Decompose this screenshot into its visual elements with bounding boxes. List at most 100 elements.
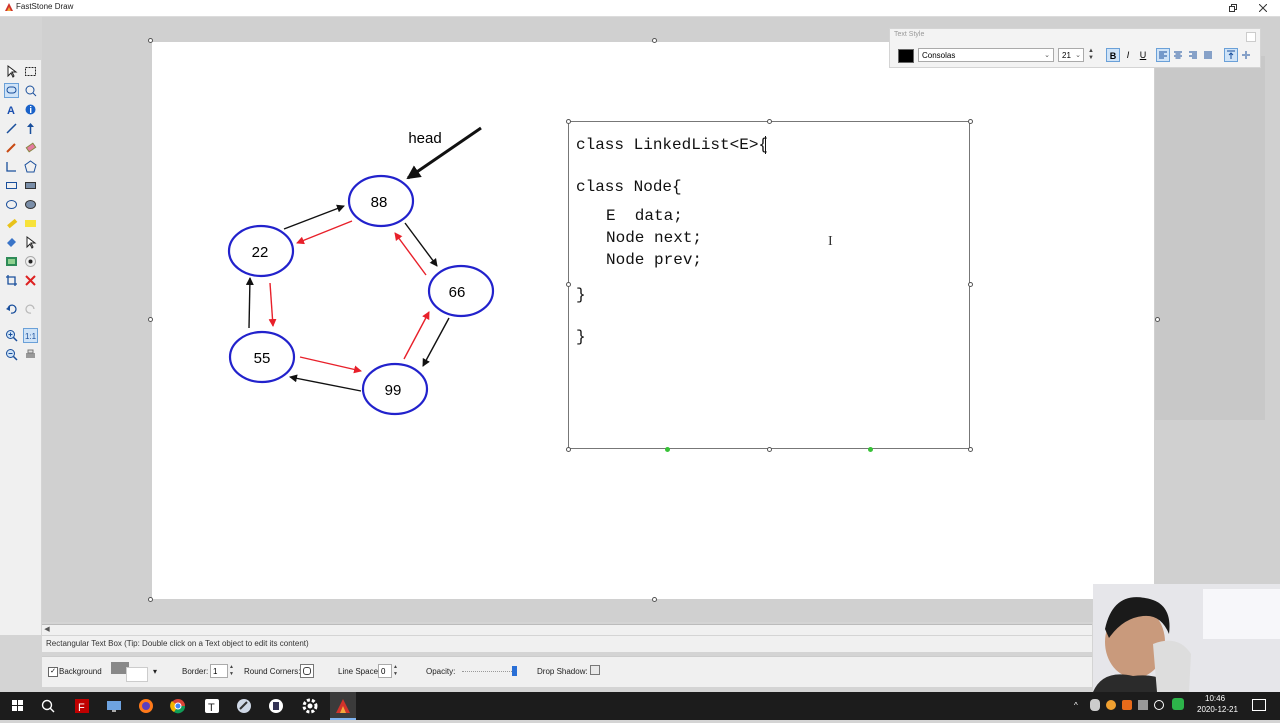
textbox-handle-bottom[interactable] <box>767 447 772 452</box>
background-label: Background <box>59 667 102 676</box>
code-line[interactable]: class Node{ <box>576 178 682 196</box>
head-label[interactable]: head <box>408 130 441 147</box>
opacity-slider-thumb[interactable] <box>512 666 517 676</box>
align-right-icon[interactable] <box>1186 48 1200 62</box>
justify-icon[interactable] <box>1201 48 1215 62</box>
textbox-handle-bottom-left[interactable] <box>566 447 571 452</box>
align-left-icon[interactable] <box>1156 48 1170 62</box>
node-value: 66 <box>449 284 466 301</box>
opacity-slider-track[interactable] <box>462 671 516 673</box>
node-55[interactable]: 55 <box>228 330 296 384</box>
horizontal-scrollbar[interactable]: ◀ <box>42 624 1092 635</box>
code-text-box[interactable]: class LinkedList<E>{ class Node{ E data;… <box>568 121 970 449</box>
more-arrow-icon[interactable]: ▾ <box>153 667 157 676</box>
arrow-99-to-66[interactable] <box>403 311 430 360</box>
arrow-22-to-55[interactable] <box>268 282 277 327</box>
tray-app-icon[interactable] <box>1106 700 1116 710</box>
valign-top-icon[interactable] <box>1224 48 1238 62</box>
arrow-99-to-55[interactable] <box>289 374 362 392</box>
font-color-swatch[interactable] <box>898 49 914 63</box>
arrow-88-to-66[interactable] <box>404 222 438 267</box>
chevron-down-icon: ⌄ <box>1075 52 1081 59</box>
tray-s-icon[interactable] <box>1172 698 1184 710</box>
arrow-66-to-99[interactable] <box>422 317 450 367</box>
toolbar-close-icon[interactable] <box>1246 32 1256 42</box>
font-size-select[interactable]: 21 ⌄ <box>1058 48 1084 62</box>
drop-shadow-button[interactable] <box>590 665 600 675</box>
size-spinner-icon[interactable]: ▲ ▼ <box>1087 48 1095 62</box>
code-line[interactable]: Node prev; <box>606 251 702 269</box>
chevron-down-icon: ⌄ <box>1044 52 1050 59</box>
background-color-swatch-2[interactable] <box>126 667 148 682</box>
faststone-draw-task[interactable] <box>330 692 356 720</box>
border-input[interactable]: 1 <box>210 664 228 678</box>
tray-app-icon-2[interactable] <box>1122 700 1132 710</box>
taskbar: F T ^ 10:46 2020-12-21 <box>0 692 1280 720</box>
node-88[interactable]: 88 <box>347 174 415 228</box>
textbox-handle-top-right[interactable] <box>968 119 973 124</box>
code-line[interactable]: E data; <box>606 207 683 225</box>
textbox-green-handle[interactable] <box>868 447 873 452</box>
volume-icon[interactable] <box>1154 700 1164 710</box>
background-checkbox[interactable]: ✓ <box>48 667 58 677</box>
textbox-handle-top-left[interactable] <box>566 119 571 124</box>
code-line[interactable]: } <box>576 328 586 346</box>
monitor-icon[interactable] <box>104 696 124 716</box>
textbox-handle-right[interactable] <box>968 282 973 287</box>
textbox-handle-left[interactable] <box>566 282 571 287</box>
node-value: 99 <box>385 382 402 399</box>
line-space-spinner-icon[interactable]: ▲ ▼ <box>393 664 400 678</box>
clock-date[interactable]: 2020-12-21 <box>1197 705 1238 714</box>
node-66[interactable]: 66 <box>427 264 495 318</box>
textbox-green-handle[interactable] <box>665 447 670 452</box>
arrow-55-to-22[interactable] <box>245 277 254 329</box>
typora-icon[interactable]: T <box>202 696 222 716</box>
bold-button[interactable]: B <box>1106 48 1120 62</box>
app-icon-circle[interactable] <box>234 696 254 716</box>
border-label: Border: <box>182 667 209 676</box>
scroll-left-icon[interactable]: ◀ <box>42 625 52 635</box>
textbox-handle-bottom-right[interactable] <box>968 447 973 452</box>
valign-middle-icon[interactable] <box>1239 48 1253 62</box>
font-select[interactable]: Consolas ⌄ <box>918 48 1054 62</box>
settings-gear-icon[interactable] <box>300 696 320 716</box>
properties-bar: ✓ Background ▾ Border: 1 ▲ ▼ Round Corner… <box>42 656 1092 687</box>
firefox-icon[interactable] <box>136 696 156 716</box>
svg-text:T: T <box>208 702 215 714</box>
clock-time[interactable]: 10:46 <box>1205 694 1225 703</box>
border-spinner-icon[interactable]: ▲ ▼ <box>229 664 236 678</box>
filezilla-icon[interactable]: F <box>72 696 92 716</box>
code-line[interactable]: } <box>576 286 586 304</box>
underline-button[interactable]: U <box>1136 48 1150 62</box>
arrow-55-to-99[interactable] <box>299 356 362 374</box>
drop-shadow-label: Drop Shadow: <box>537 667 588 676</box>
textbox-handle-top[interactable] <box>767 119 772 124</box>
italic-button[interactable]: I <box>1121 48 1135 62</box>
text-style-toolbar: Text Style Consolas ⌄ 21 ⌄ ▲ ▼ B I U <box>889 28 1261 68</box>
opacity-label: Opacity: <box>426 667 456 676</box>
tray-chevron-icon[interactable]: ^ <box>1074 701 1078 710</box>
windows-start-icon[interactable] <box>8 696 28 716</box>
arrow-88-to-22[interactable] <box>296 220 353 245</box>
node-22[interactable]: 22 <box>227 224 295 278</box>
text-style-title: Text Style <box>894 31 925 38</box>
notification-icon[interactable] <box>1252 699 1266 711</box>
node-value: 55 <box>254 350 271 367</box>
microphone-icon[interactable] <box>1090 699 1100 711</box>
round-corners-button[interactable] <box>300 664 314 678</box>
node-value: 22 <box>252 244 269 261</box>
line-space-label: Line Space: <box>338 667 381 676</box>
arrow-22-to-88[interactable] <box>283 204 345 230</box>
code-line[interactable]: Node next; <box>606 229 702 247</box>
code-line[interactable]: class LinkedList<E>{ <box>576 136 768 154</box>
node-99[interactable]: 99 <box>361 362 429 416</box>
notes-icon[interactable] <box>266 696 286 716</box>
chrome-icon[interactable] <box>168 696 188 716</box>
search-icon[interactable] <box>38 696 58 716</box>
align-center-icon[interactable] <box>1171 48 1185 62</box>
status-text: Rectangular Text Box (Tip: Double click … <box>46 639 309 648</box>
svg-text:F: F <box>78 702 85 714</box>
line-space-input[interactable]: 0 <box>378 664 392 678</box>
arrow-66-to-88[interactable] <box>394 232 427 276</box>
network-icon[interactable] <box>1138 700 1148 710</box>
